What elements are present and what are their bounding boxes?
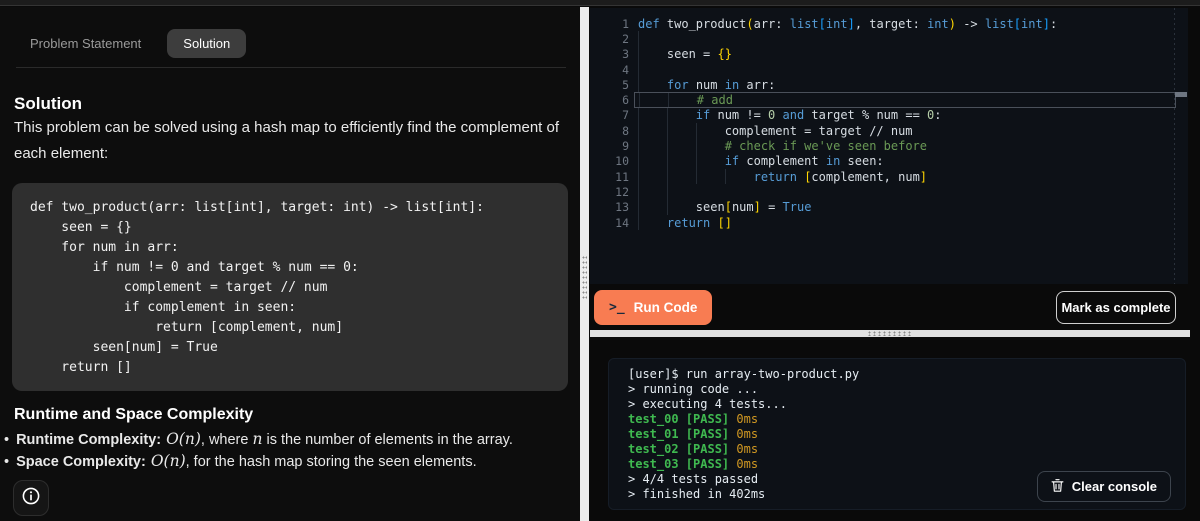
math-n: n	[252, 430, 263, 448]
run-code-label: Run Code	[633, 300, 698, 315]
run-code-button[interactable]: >_ Run Code	[594, 290, 713, 325]
math-o-n: O(n)	[150, 451, 186, 470]
top-frame-bar	[0, 0, 1200, 6]
line-number: 12	[615, 184, 629, 199]
console-line: test_01 [PASS] 0ms	[628, 426, 759, 441]
line-number: 4	[622, 62, 629, 77]
complexity-label: Runtime Complexity:	[16, 432, 162, 448]
tab-problem-statement[interactable]: Problem Statement	[14, 29, 157, 58]
editor-console-resize-divider[interactable]	[590, 330, 1190, 337]
editor-line[interactable]: 7 if num != 0 and target % num == 0:	[590, 107, 1188, 124]
bullet-dot: •	[4, 432, 10, 448]
solution-heading: Solution	[14, 94, 82, 113]
editor-overview-ruler	[1174, 8, 1175, 284]
line-number: 7	[622, 108, 629, 123]
editor-ruler-current-line-marker	[1175, 92, 1187, 97]
line-number: 9	[622, 139, 629, 154]
editor-line[interactable]: 12	[590, 184, 1188, 200]
clear-console-label: Clear console	[1071, 479, 1157, 494]
console-line: [user]$ run array-two-product.py	[628, 366, 860, 381]
editor-line[interactable]: 2	[590, 31, 1188, 47]
console-line: test_02 [PASS] 0ms	[628, 442, 759, 457]
editor-line[interactable]: 13 seen[num] = True	[590, 199, 1188, 215]
editor-line[interactable]: 10 if complement in seen:	[590, 153, 1188, 169]
panel-tabs: Problem Statement Solution	[14, 29, 247, 58]
indent-guide	[638, 31, 639, 47]
editor-lines[interactable]: 1 def two_product(arr: list[int], target:…	[590, 8, 1188, 231]
editor-line[interactable]: 5 for num in arr:	[590, 77, 1188, 93]
line-number: 11	[615, 169, 629, 184]
line-number: 3	[622, 47, 629, 62]
editor-line[interactable]: 14 return []	[590, 214, 1188, 231]
complexity-heading: Runtime and Space Complexity	[14, 406, 254, 423]
console-line: > running code ...	[628, 381, 759, 396]
complexity-list: • Runtime Complexity: O(n), where n is th…	[4, 429, 574, 472]
line-number: 8	[622, 123, 629, 138]
console-section: [user]$ run array-two-product.py > runnin…	[590, 337, 1200, 521]
complexity-label: Space Complexity:	[16, 453, 146, 470]
code-editor[interactable]: 1 def two_product(arr: list[int], target:…	[590, 8, 1188, 284]
tab-solution[interactable]: Solution	[167, 29, 247, 58]
console-line: > executing 4 tests...	[628, 396, 787, 411]
terminal-prompt-icon: >_	[609, 300, 625, 315]
line-number: 13	[615, 200, 629, 215]
code-workspace-panel: 1 def two_product(arr: list[int], target:…	[589, 7, 1200, 521]
mark-as-complete-button[interactable]: Mark as complete	[1056, 291, 1176, 324]
solution-code-block: def two_product(arr: list[int], target: …	[12, 183, 568, 391]
line-number: 14	[615, 215, 629, 230]
drag-handle-icon[interactable]	[582, 255, 587, 301]
complexity-text: , where	[200, 432, 253, 448]
editor-line[interactable]: 6 # add	[590, 92, 1188, 108]
editor-line[interactable]: 9 # check if we've seen before	[590, 138, 1188, 154]
editor-line[interactable]: 8 complement = target // num	[590, 123, 1188, 139]
math-o-n: O(n)	[166, 430, 201, 448]
line-number: 2	[622, 31, 629, 46]
bullet-dot: •	[4, 453, 10, 470]
editor-line[interactable]: 3 seen = {}	[590, 46, 1188, 62]
editor-line[interactable]: 1 def two_product(arr: list[int], target:…	[590, 16, 1188, 31]
line-number: 5	[622, 77, 629, 92]
list-item: • Space Complexity: O(n), for the hash ma…	[4, 451, 574, 473]
indent-guide	[638, 184, 639, 200]
panel-resize-divider[interactable]	[580, 7, 589, 521]
editor-line[interactable]: 11 return [complement, num]	[590, 168, 1188, 185]
trash-icon	[1051, 478, 1064, 496]
console-line: test_03 [PASS] 0ms	[628, 457, 759, 472]
info-circle-icon	[21, 486, 41, 511]
console-output: [user]$ run array-two-product.py > runnin…	[608, 358, 1186, 510]
line-number: 10	[615, 154, 629, 169]
editor-line[interactable]: 4	[590, 61, 1188, 78]
complexity-text: is the number of elements in the array.	[262, 432, 513, 448]
solution-description: This problem can be solved using a hash …	[14, 119, 560, 162]
indent-guide	[666, 184, 668, 200]
tabs-divider-line	[16, 67, 566, 68]
solution-code-text: def two_product(arr: list[int], target: …	[30, 200, 484, 375]
complexity-text: , for the hash map storing the seen elem…	[185, 453, 477, 470]
indent-guide	[638, 61, 639, 78]
line-number: 1	[622, 16, 629, 31]
problem-panel: Problem Statement Solution Solution This…	[0, 7, 580, 521]
list-item: • Runtime Complexity: O(n), where n is th…	[4, 429, 574, 451]
console-line: test_00 [PASS] 0ms	[628, 411, 759, 426]
info-button[interactable]	[13, 480, 49, 516]
drag-handle-icon[interactable]	[867, 331, 913, 336]
line-number: 6	[622, 93, 629, 108]
clear-console-button[interactable]: Clear console	[1036, 471, 1171, 502]
